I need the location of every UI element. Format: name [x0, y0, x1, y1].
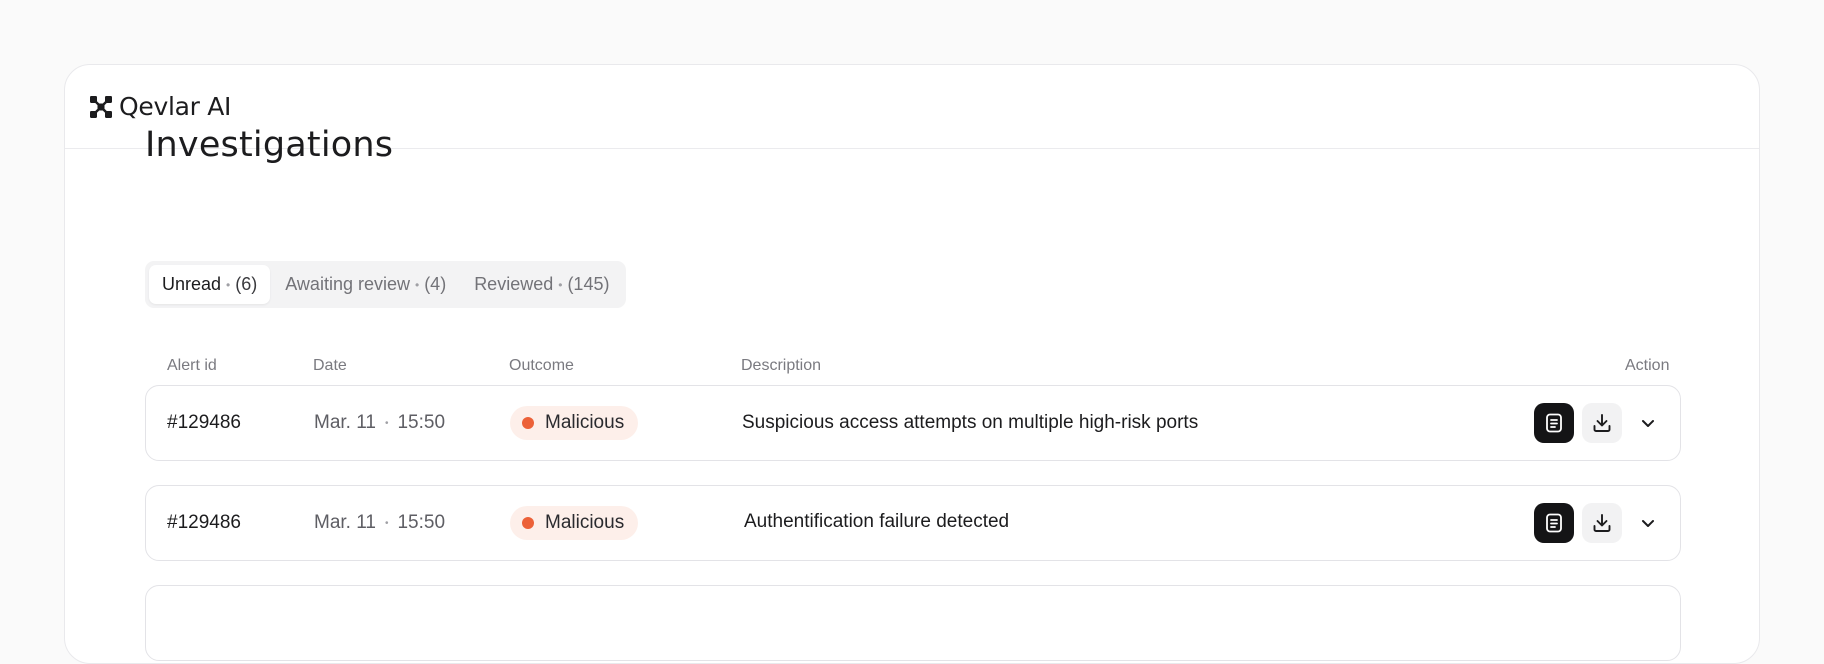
- expand-row-button[interactable]: [1630, 503, 1666, 543]
- row-actions: [1534, 486, 1666, 560]
- tab-separator: •: [414, 277, 420, 292]
- report-icon: [1546, 413, 1562, 433]
- table-row[interactable]: #129486 Mar. 11 • 15:50 Malicious Suspic…: [145, 385, 1681, 461]
- alert-description: Authentification failure detected: [744, 511, 1010, 532]
- column-header-description: Description: [741, 357, 822, 374]
- column-header-action: Action: [1625, 357, 1670, 374]
- main-panel: Qevlar AI Investigations Unread • (6) Aw…: [64, 64, 1760, 664]
- date-value: Mar. 11: [314, 512, 376, 533]
- time-value: 15:50: [397, 412, 446, 433]
- status-dot-icon: [522, 417, 534, 429]
- tab-label: Reviewed: [474, 274, 554, 294]
- tab-label: Unread: [162, 274, 222, 294]
- download-icon: [1593, 514, 1611, 532]
- alert-date: Mar. 11 • 15:50: [314, 386, 445, 460]
- tab-label: Awaiting review: [285, 274, 410, 294]
- report-icon: [1546, 513, 1562, 533]
- time-value: 15:50: [397, 512, 446, 533]
- alert-date: Mar. 11 • 15:50: [314, 486, 445, 560]
- chevron-down-icon: [1642, 520, 1654, 527]
- download-icon: [1593, 414, 1611, 432]
- outcome-cell: Malicious: [510, 386, 639, 460]
- row-actions: [1534, 386, 1666, 460]
- tab-count: (145): [567, 274, 610, 294]
- column-header-outcome: Outcome: [509, 357, 574, 374]
- app-name: Qevlar AI: [119, 92, 232, 121]
- status-dot-icon: [522, 517, 534, 529]
- tab-reviewed[interactable]: Reviewed • (145): [461, 265, 622, 304]
- tab-unread[interactable]: Unread • (6): [149, 265, 271, 304]
- tab-separator: •: [558, 277, 563, 292]
- tab-count: (4): [424, 274, 447, 294]
- table-row[interactable]: [145, 585, 1681, 661]
- brand-logo[interactable]: Qevlar AI: [90, 92, 231, 121]
- tab-separator: •: [226, 277, 231, 292]
- outcome-badge: Malicious: [510, 406, 639, 440]
- download-button[interactable]: [1582, 503, 1622, 543]
- view-report-button[interactable]: [1534, 503, 1574, 543]
- qevlar-logo-icon: [90, 95, 112, 118]
- date-value: Mar. 11: [314, 412, 376, 433]
- outcome-badge: Malicious: [510, 506, 639, 540]
- outcome-label: Malicious: [545, 412, 625, 433]
- page-title: Investigations: [145, 125, 394, 165]
- date-separator: •: [384, 417, 389, 429]
- date-separator: •: [384, 517, 389, 529]
- table-row[interactable]: #129486 Mar. 11 • 15:50 Malicious Authen…: [145, 485, 1681, 561]
- column-header-alert-id: Alert id: [167, 357, 217, 374]
- alert-description: Suspicious access attempts on multiple h…: [742, 412, 1199, 433]
- alert-id: #129486: [167, 512, 241, 533]
- chevron-down-icon: [1642, 420, 1654, 427]
- outcome-cell: Malicious: [510, 486, 639, 560]
- tab-count: (6): [235, 274, 258, 294]
- tab-bar: Unread • (6) Awaiting review • (4) Revie…: [145, 261, 627, 308]
- tab-awaiting-review[interactable]: Awaiting review • (4): [272, 265, 459, 304]
- alert-id: #129486: [167, 412, 241, 433]
- table-header: Alert id Date Outcome Description Action: [145, 357, 1681, 381]
- column-header-date: Date: [313, 357, 347, 374]
- outcome-label: Malicious: [545, 512, 625, 533]
- download-button[interactable]: [1582, 403, 1622, 443]
- expand-row-button[interactable]: [1630, 403, 1666, 443]
- view-report-button[interactable]: [1534, 403, 1574, 443]
